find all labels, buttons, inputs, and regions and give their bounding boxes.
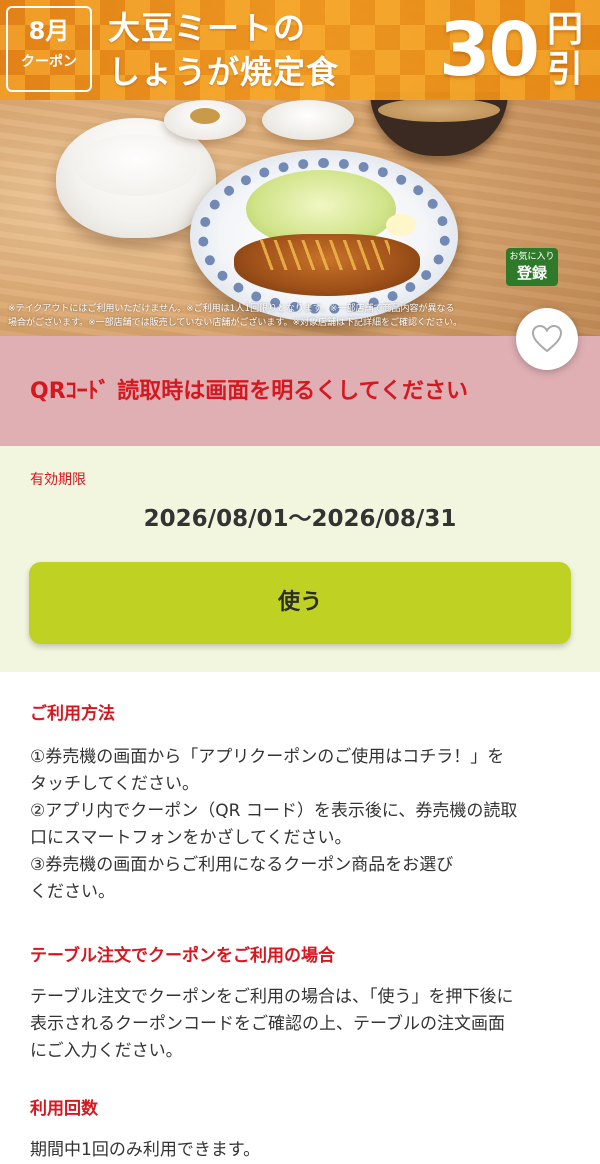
how-to-use-steps: ①券売機の画面から「アプリクーポンのご使用はコチラ！」を タッチしてください。 …: [30, 744, 570, 906]
month-sub-label: クーポン: [21, 54, 77, 70]
how-to-use-line: ②アプリ内でクーポン（QR コード）を表示後に、券売機の読取: [30, 801, 518, 821]
disclaimer-text: ※テイクアウトにはご利用いただけません。※ご利用は1人1回限りとなります。※一部…: [8, 302, 478, 330]
how-to-use-line: ①券売機の画面から「アプリクーポンのご使用はコチラ！」を: [30, 747, 505, 767]
pickles-dish-image: [164, 100, 246, 140]
favorite-button[interactable]: [516, 308, 578, 370]
favorite-badge-line2: 登録: [516, 264, 547, 282]
coupon-details: ご利用方法 ①券売機の画面から「アプリクーポンのご使用はコチラ！」を タッチして…: [0, 672, 600, 1164]
how-to-use-line: 口にスマートフォンをかざしてください。: [30, 828, 352, 848]
table-order-line: テーブル注文でクーポンをご利用の場合は、「使う」を押下後に: [30, 987, 514, 1007]
month-label: 8月: [28, 17, 70, 45]
table-order-line: 表示されるクーポンコードをご確認の上、テーブルの注文画面: [30, 1014, 505, 1034]
menu-name: 大豆ミートの しょうが焼定食: [108, 6, 408, 94]
discount-unit-yen: 円: [546, 9, 583, 50]
validity-period: 2026/08/01～2026/08/31: [143, 506, 457, 532]
favorite-badge-line1: お気に入り: [509, 252, 555, 262]
month-badge: 8月 クーポン: [6, 6, 92, 92]
how-to-use-line: ③券売機の画面からご利用になるクーポン商品をお選び: [30, 855, 454, 875]
side-dish-image: [262, 100, 354, 140]
qr-notice-text: QRｺｰﾄﾞ 読取時は画面を明るくしてください: [30, 379, 468, 404]
usage-count-title: 利用回数: [30, 1099, 98, 1119]
menu-name-line2: しょうが焼定食: [108, 53, 340, 91]
usage-count-text: 期間中1回のみ利用できます。: [30, 1140, 261, 1160]
use-coupon-button[interactable]: 使う: [29, 562, 571, 644]
coupon-banner: 8月 クーポン 大豆ミートの しょうが焼定食 30 円 引: [0, 0, 600, 100]
coupon-hero-image: 8月 クーポン 大豆ミートの しょうが焼定食 30 円 引 ※テイクアウトにはご…: [0, 0, 600, 336]
heart-icon: [532, 325, 562, 353]
how-to-use-line: ください。: [30, 882, 115, 902]
discount-amount: 30: [439, 7, 540, 93]
table-order-text: テーブル注文でクーポンをご利用の場合は、「使う」を押下後に 表示されるクーポンコ…: [30, 984, 570, 1065]
how-to-use-title: ご利用方法: [30, 704, 115, 724]
discount-unit-off: 引: [546, 49, 583, 90]
menu-name-line1: 大豆ミートの: [108, 9, 307, 47]
ginger-pork-plate-image: [190, 150, 458, 322]
validity-label: 有効期限: [30, 472, 86, 488]
table-order-title: テーブル注文でクーポンをご利用の場合: [30, 946, 335, 966]
table-order-line: にご入力ください。: [30, 1041, 183, 1061]
qr-brightness-notice: QRｺｰﾄﾞ 読取時は画面を明るくしてください: [0, 336, 600, 446]
validity-section: 有効期限 2026/08/01～2026/08/31 使う: [0, 446, 600, 672]
disclaimer-line1: ※テイクアウトにはご利用いただけません。※ご利用は1人1回限りとなります。※一部…: [8, 304, 455, 314]
discount-unit: 円 引: [540, 10, 590, 90]
disclaimer-line2: 場合がございます。※一部店舗では販売していない店舗がございます。※対象店舗は下記…: [8, 318, 463, 328]
favorite-register-badge: お気に入り 登録: [506, 248, 558, 286]
how-to-use-line: タッチしてください。: [30, 774, 199, 794]
